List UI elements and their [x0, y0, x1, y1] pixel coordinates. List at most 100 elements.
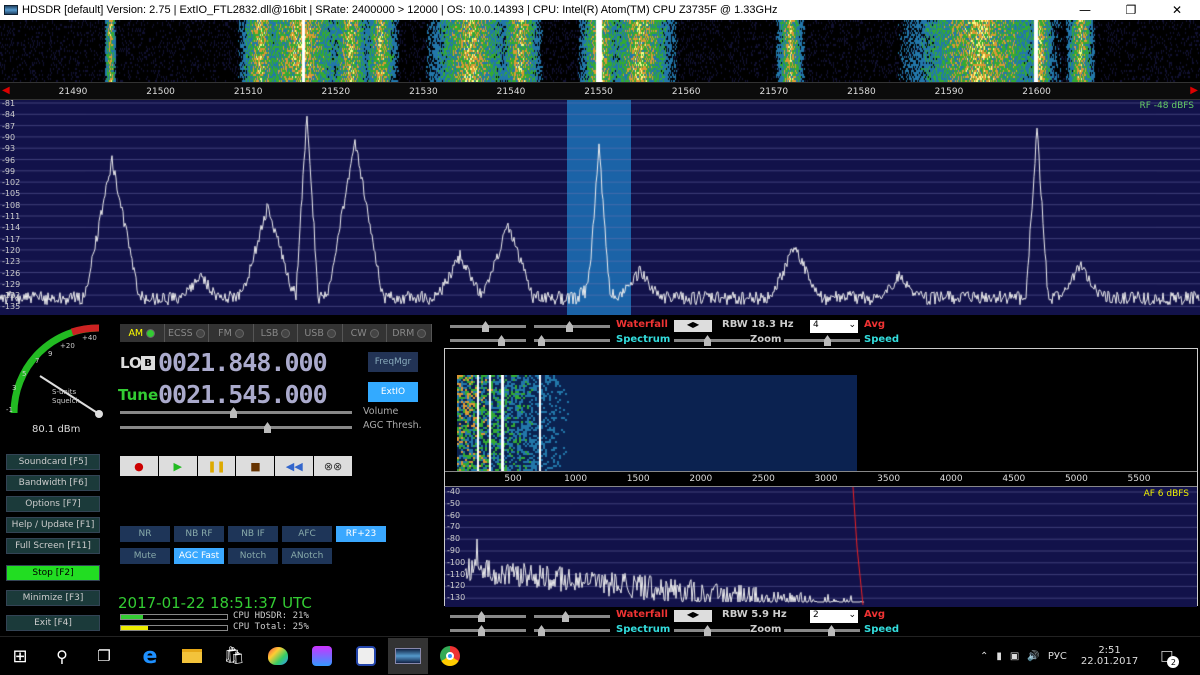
mode-cw-button[interactable]: CW	[343, 324, 388, 342]
play-icon[interactable]: ▶	[158, 456, 197, 476]
notification-icon[interactable]: □ 2	[1160, 648, 1180, 668]
avg-select[interactable]: 4 ⌄	[810, 320, 858, 333]
smeter-tick-label: 3	[12, 384, 16, 392]
scroll-right-icon[interactable]: ▶	[1190, 85, 1198, 96]
mode-lsb-button[interactable]: LSB	[254, 324, 299, 342]
mute-button[interactable]: Mute	[120, 548, 170, 564]
stop-icon[interactable]: ■	[236, 456, 275, 476]
close-window-button[interactable]: ✕	[1154, 0, 1200, 20]
battery-icon[interactable]: ▮	[996, 651, 1002, 662]
af-avg-label: Avg	[864, 609, 886, 620]
af-zoom-slider[interactable]	[674, 625, 750, 636]
notification-count: 2	[1167, 656, 1180, 668]
af-avg-select[interactable]: 2 ⌄	[810, 610, 858, 623]
options-button[interactable]: Options [F7]	[6, 496, 100, 512]
restore-window-button[interactable]: ❐	[1108, 0, 1154, 20]
windows-taskbar: ⊞ ⚲ ❐ e 🛍 ⌃ ▮ ▣ 🔊 РУС 2:51 22.01.2017 □ 2	[0, 636, 1200, 674]
mode-drm-button[interactable]: DRM	[387, 324, 433, 342]
notch-button[interactable]: Notch	[228, 548, 278, 564]
start-windows-icon[interactable]: ⊞	[8, 644, 32, 668]
store-icon[interactable]: 🛍	[222, 644, 246, 668]
stop-button[interactable]: Stop [F2]	[6, 565, 100, 581]
chrome-browser-icon[interactable]	[438, 644, 462, 668]
bandwidth-button[interactable]: Bandwidth [F6]	[6, 475, 100, 491]
file-explorer-icon[interactable]	[180, 644, 204, 668]
rf-frequency-axis[interactable]: ◀ ▶ 21490 21500 21510 21520 21530 21540 21550 2…	[0, 82, 1200, 100]
full-screen-button[interactable]: Full Screen [F11]	[6, 538, 100, 554]
af-avg-select-value: 2	[813, 610, 819, 620]
af-waterfall-speed-arrows[interactable]: ◀▶	[674, 610, 712, 622]
freqmgr-button[interactable]: FreqMgr	[368, 352, 418, 372]
af-speed-slider[interactable]	[784, 625, 860, 636]
rf-spectrum[interactable]: -81 -84 -87 -90 -93 -96 -99 -102 -105 -108 -111 -11…	[0, 99, 1200, 315]
smeter-tick-label: +20	[60, 342, 75, 350]
pause-icon[interactable]: ❚❚	[197, 456, 236, 476]
db-tick-label: -93	[2, 144, 16, 154]
exit-button[interactable]: Exit [F4]	[6, 615, 100, 631]
mode-usb-button[interactable]: USB	[298, 324, 343, 342]
db-tick-label: -105	[2, 189, 21, 199]
rf-plus23-button[interactable]: RF+23	[336, 526, 386, 542]
speed-slider[interactable]	[784, 335, 860, 346]
lo-badge[interactable]: B	[141, 356, 155, 370]
af-display[interactable]: 500 1000 1500 2000 2500 3000 3500 4000 4500 5000 5…	[444, 348, 1198, 607]
loop-icon[interactable]: ⊗⊗	[314, 456, 352, 476]
volume-slider[interactable]	[120, 407, 352, 418]
s-meter: -1 3 5 7 9 +20 +40 S-units Squelch	[6, 324, 103, 418]
extio-button[interactable]: ExtIO	[368, 382, 418, 402]
af-spectrum-contrast-slider[interactable]	[450, 625, 526, 636]
minimize-window-button[interactable]: —	[1062, 0, 1108, 20]
af-frequency-tick-label: 1500	[626, 474, 650, 484]
rf-display-controls: Waterfall ◀▶ RBW 18.3 Hz 4 ⌄ Avg Spectrum…	[448, 319, 904, 349]
af-waterfall-contrast-slider[interactable]	[450, 611, 526, 622]
zoom-slider[interactable]	[674, 335, 750, 346]
spectrum-contrast-slider[interactable]	[450, 335, 526, 346]
lo-frequency[interactable]: 0021.848.000	[158, 348, 328, 377]
nb-rf-button[interactable]: NB RF	[174, 526, 224, 542]
waterfall-brightness-slider[interactable]	[534, 321, 610, 332]
task-view-icon[interactable]: ❐	[92, 644, 116, 668]
chevron-up-icon[interactable]: ⌃	[980, 651, 988, 662]
rf-waterfall[interactable]	[0, 20, 1200, 82]
mode-fm-button[interactable]: FM	[209, 324, 254, 342]
record-icon[interactable]: ●	[120, 456, 158, 476]
mode-ecss-button[interactable]: ECSS	[165, 324, 210, 342]
af-frequency-tick-label: 3000	[814, 474, 838, 484]
utility-app-icon[interactable]	[354, 644, 378, 668]
af-spectrum-brightness-slider[interactable]	[534, 625, 610, 636]
af-waterfall-brightness-slider[interactable]	[534, 611, 610, 622]
agc-fast-button[interactable]: AGC Fast	[174, 548, 224, 564]
edge-browser-icon[interactable]: e	[138, 644, 162, 669]
nr-button[interactable]: NR	[120, 526, 170, 542]
afc-button[interactable]: AFC	[282, 526, 332, 542]
paint-icon[interactable]	[266, 644, 290, 668]
agc-threshold-slider[interactable]	[120, 422, 352, 433]
taskbar-clock[interactable]: 2:51 22.01.2017	[1081, 645, 1138, 667]
volume-icon[interactable]: 🔊	[1027, 651, 1039, 662]
af-frequency-tick-label: 5000	[1064, 474, 1088, 484]
frequency-tick-label: 21520	[321, 87, 351, 97]
color-app-icon[interactable]	[310, 644, 334, 668]
rf-level-label: RF -48 dBFS	[1139, 101, 1194, 111]
speed-label: Speed	[864, 334, 900, 345]
soundcard-button[interactable]: Soundcard [F5]	[6, 454, 100, 470]
mode-am-button[interactable]: AM	[120, 324, 165, 342]
minimize-button[interactable]: Minimize [F3]	[6, 590, 100, 606]
tune-frequency[interactable]: 0021.545.000	[158, 380, 328, 409]
waterfall-contrast-slider[interactable]	[450, 321, 526, 332]
spectrum-brightness-slider[interactable]	[534, 335, 610, 346]
waterfall-speed-arrows[interactable]: ◀▶	[674, 320, 712, 332]
anotch-button[interactable]: ANotch	[282, 548, 332, 564]
db-tick-label: -132	[2, 291, 21, 301]
hdsdr-taskbar-icon[interactable]	[388, 638, 428, 674]
nb-if-button[interactable]: NB IF	[228, 526, 278, 542]
network-icon[interactable]: ▣	[1010, 651, 1019, 662]
volume-label: Volume	[363, 406, 399, 417]
frequency-tick-label: 21510	[233, 87, 263, 97]
search-icon[interactable]: ⚲	[50, 644, 74, 668]
rewind-icon[interactable]: ◀◀	[275, 456, 314, 476]
keyboard-language[interactable]: РУС	[1048, 651, 1067, 662]
help-update-button[interactable]: Help / Update [F1]	[6, 517, 100, 533]
scroll-left-icon[interactable]: ◀	[2, 85, 10, 96]
cpu-hdsdr-bar	[120, 614, 228, 620]
